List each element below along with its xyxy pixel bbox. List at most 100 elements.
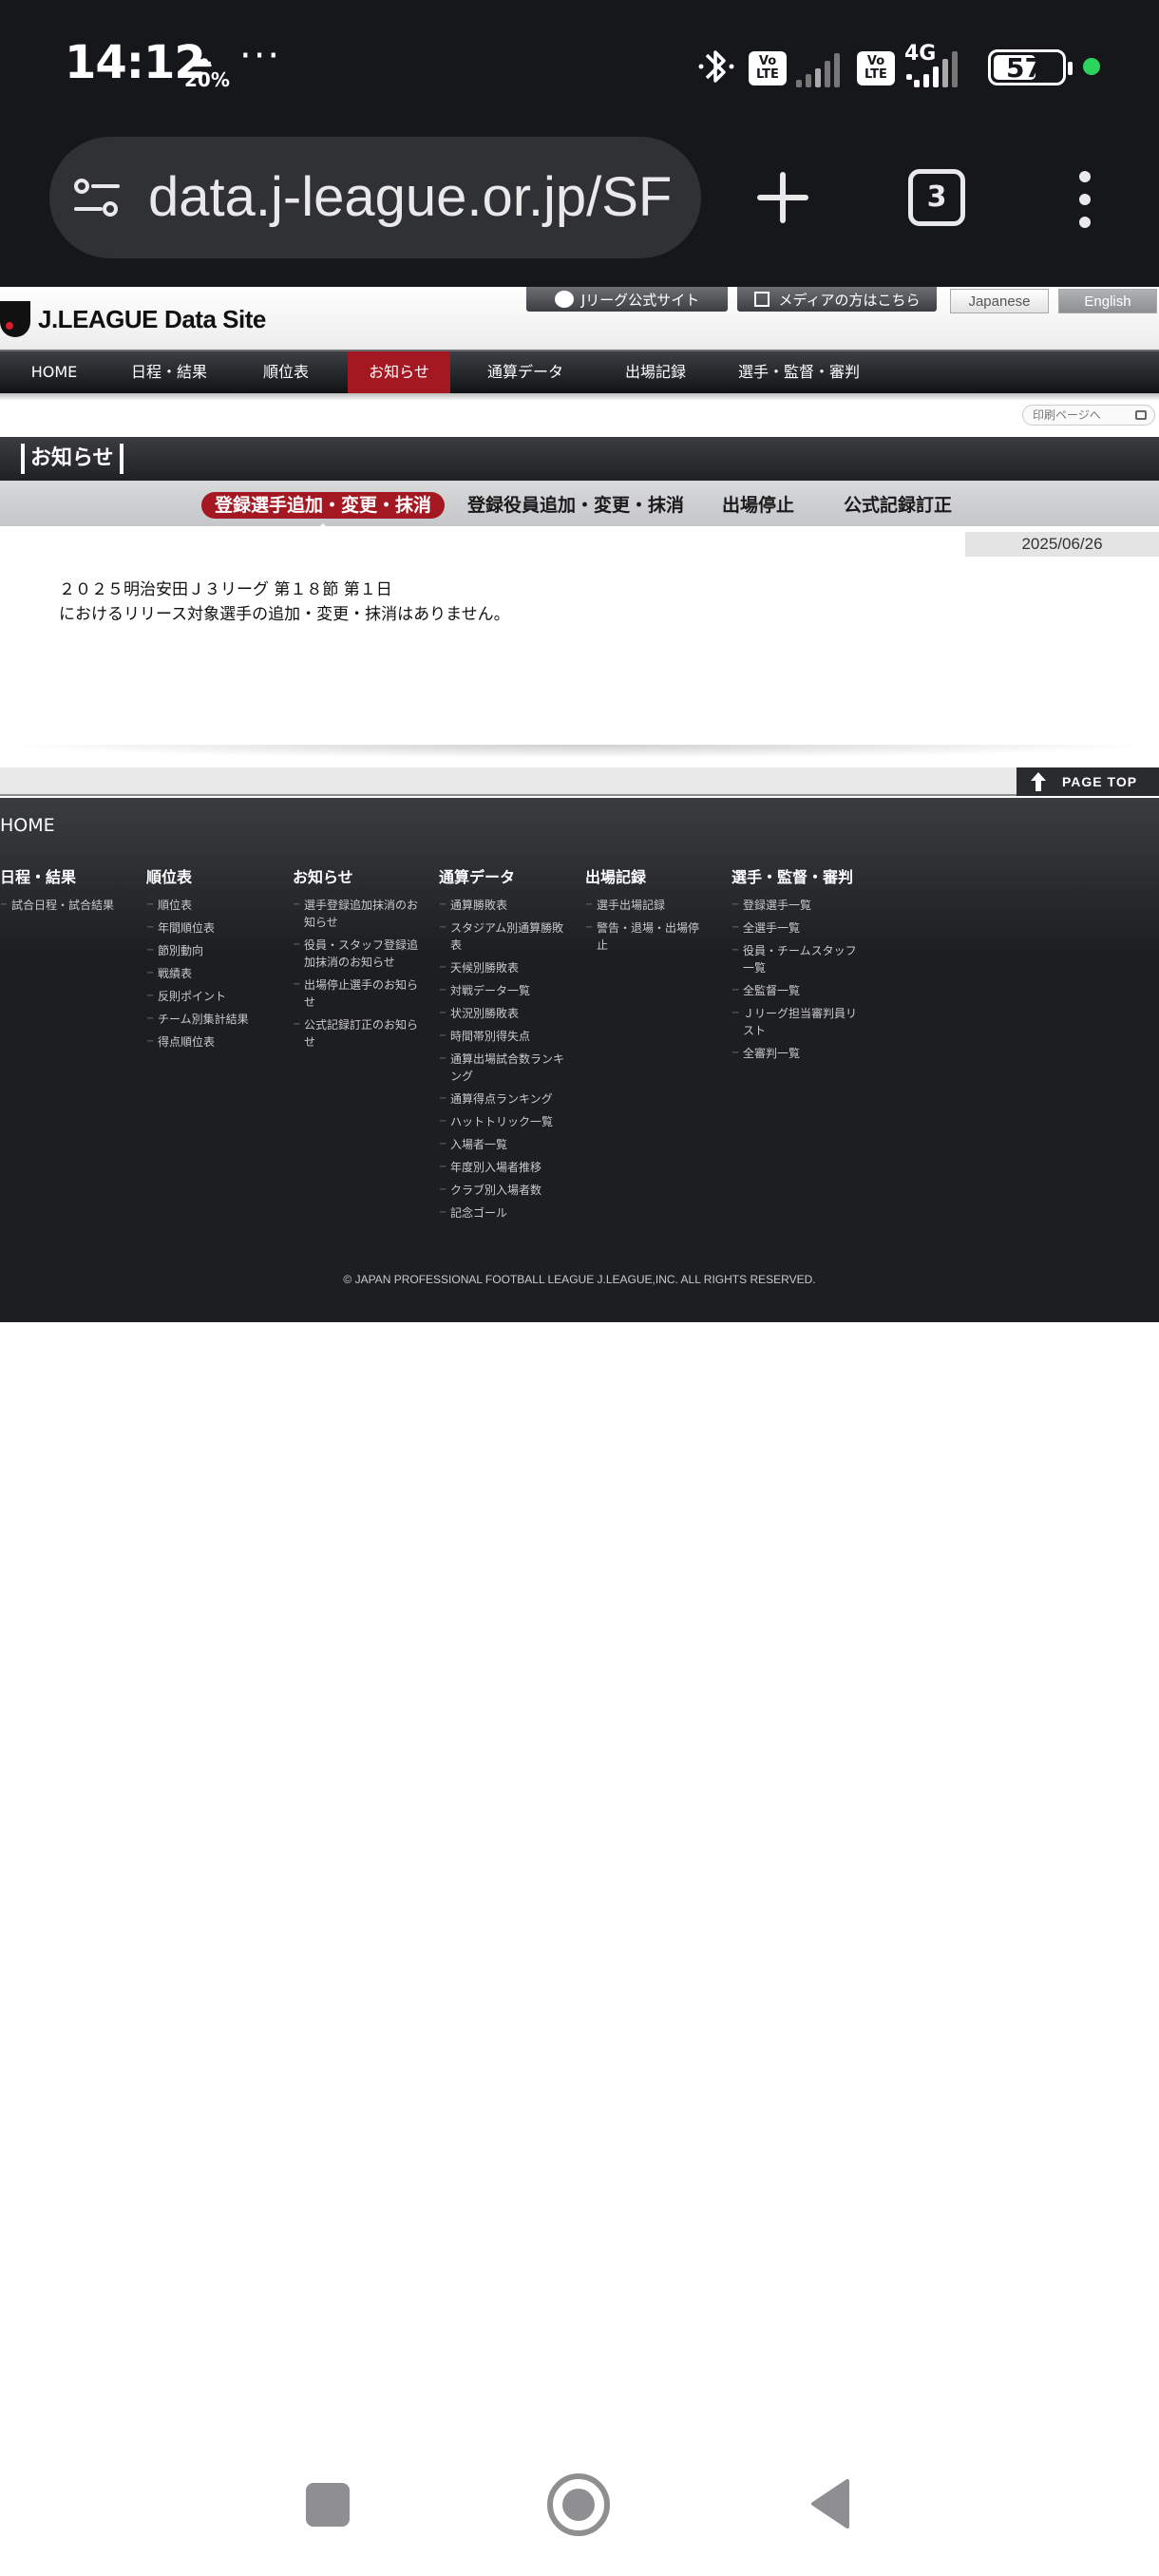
footer-link[interactable]: 試合日程・試合結果 xyxy=(0,897,129,914)
footer-col-players: 選手・監督・審判 登録選手一覧 全選手一覧 役員・チームスタッフ一覧 全監督一覧… xyxy=(732,864,859,1068)
footer-link[interactable]: 順位表 xyxy=(146,897,270,914)
footer-col-news: お知らせ 選手登録追加抹消のお知らせ 役員・スタッフ登録追加抹消のお知らせ 出場… xyxy=(293,864,420,1056)
footer-link[interactable]: 通算得点ランキング xyxy=(439,1090,566,1108)
footer-home-link[interactable]: HOME xyxy=(0,815,55,836)
footer-link[interactable]: 選手登録追加抹消のお知らせ xyxy=(293,897,420,931)
weather-indicator: ☁ 20% xyxy=(182,44,230,91)
footer-link[interactable]: 得点順位表 xyxy=(146,1033,270,1051)
footer-link[interactable]: 入場者一覧 xyxy=(439,1136,566,1153)
page-top-button[interactable]: PAGE TOP xyxy=(1016,767,1159,796)
notice-line-1: ２０２５明治安田Ｊ３リーグ 第１８節 第１日 xyxy=(59,580,392,599)
volte-icon: Vo LTE xyxy=(749,51,787,85)
nav-standings[interactable]: 順位表 xyxy=(245,351,327,393)
footer-link[interactable]: ハットトリック一覧 xyxy=(439,1113,566,1130)
more-notifications-icon: ··· xyxy=(239,34,282,78)
media-button[interactable]: メディアの方はこちら xyxy=(737,287,937,312)
language-english[interactable]: English xyxy=(1058,289,1157,313)
footer-link[interactable]: Ｊリーグ担当審判員リスト xyxy=(732,1005,859,1039)
login-icon xyxy=(753,292,770,307)
official-site-button[interactable]: Jリーグ公式サイト xyxy=(526,287,728,312)
footer-link[interactable]: 反則ポイント xyxy=(146,988,270,1005)
media-label: メディアの方はこちら xyxy=(778,291,921,309)
site-settings-icon[interactable] xyxy=(72,175,122,220)
arrow-up-icon xyxy=(1031,772,1046,791)
privacy-indicator-dot xyxy=(1083,58,1100,75)
footer-col-title[interactable]: 日程・結果 xyxy=(0,864,129,887)
logo-subtext: Data Site xyxy=(164,304,266,333)
site-footer: HOME 日程・結果 試合日程・試合結果 順位表 順位表 年間順位表 節別動向 … xyxy=(0,798,1159,1322)
footer-link[interactable]: 選手出場記録 xyxy=(585,897,709,914)
tab-switcher-button[interactable]: 3 xyxy=(908,169,965,226)
nav-news[interactable]: お知らせ xyxy=(348,351,450,393)
footer-link[interactable]: 記念ゴール xyxy=(439,1204,566,1222)
subtab-suspension[interactable]: 出場停止 xyxy=(722,492,794,519)
subtab-player-registration[interactable]: 登録選手追加・変更・抹消 xyxy=(201,492,446,530)
official-site-label: Jリーグ公式サイト xyxy=(580,291,700,309)
footer-link[interactable]: 戦績表 xyxy=(146,965,270,982)
nav-home[interactable]: HOME xyxy=(17,351,91,393)
site-header: J.LEAGUE Data Site Jリーグ公式サイト メディアの方はこちら … xyxy=(0,287,1159,350)
nav-schedule[interactable]: 日程・結果 xyxy=(120,351,218,393)
section-title: お知らせ xyxy=(21,444,124,474)
footer-link[interactable]: 状況別勝敗表 xyxy=(439,1005,566,1022)
footer-link[interactable]: 公式記録訂正のお知らせ xyxy=(293,1016,420,1051)
subtab-record-correction[interactable]: 公式記録訂正 xyxy=(844,492,952,519)
subtab-staff-registration[interactable]: 登録役員追加・変更・抹消 xyxy=(467,492,684,519)
battery-level: 57 xyxy=(1006,52,1043,84)
back-button[interactable] xyxy=(808,2477,851,2530)
address-bar[interactable]: data.j-league.or.jp/SF xyxy=(49,137,701,258)
section-title-bar: お知らせ xyxy=(0,437,1159,481)
copyright: © JAPAN PROFESSIONAL FOOTBALL LEAGUE J.L… xyxy=(343,1273,816,1286)
url-text[interactable]: data.j-league.or.jp/SF xyxy=(148,165,672,229)
footer-col-title[interactable]: 通算データ xyxy=(439,864,566,887)
notice-text: ２０２５明治安田Ｊ３リーグ 第１８節 第１日 におけるリリース対象選手の追加・変… xyxy=(59,578,510,627)
nav-total-data[interactable]: 通算データ xyxy=(475,351,576,393)
language-japanese[interactable]: Japanese xyxy=(950,289,1049,313)
footer-col-title[interactable]: 順位表 xyxy=(146,864,270,887)
footer-link[interactable]: 節別動向 xyxy=(146,942,270,959)
footer-col-standings: 順位表 順位表 年間順位表 節別動向 戦績表 反則ポイント チーム別集計結果 得… xyxy=(146,864,270,1056)
browser-menu-icon[interactable] xyxy=(1074,171,1096,228)
footer-link[interactable]: スタジアム別通算勝敗表 xyxy=(439,919,566,954)
footer-link[interactable]: 出場停止選手のお知らせ xyxy=(293,976,420,1011)
recent-apps-button[interactable] xyxy=(306,2483,350,2527)
printer-icon xyxy=(1135,410,1147,420)
volte-icon-2: Vo LTE xyxy=(857,51,895,85)
bluetooth-icon xyxy=(698,50,734,83)
battery-icon: 57 xyxy=(988,49,1073,85)
footer-link[interactable]: 時間帯別得失点 xyxy=(439,1028,566,1045)
footer-col-total-data: 通算データ 通算勝敗表 スタジアム別通算勝敗表 天候別勝敗表 対戦データ一覧 状… xyxy=(439,864,566,1227)
footer-link[interactable]: 通算出場試合数ランキング xyxy=(439,1051,566,1085)
footer-link[interactable]: 全審判一覧 xyxy=(732,1045,859,1062)
new-tab-icon[interactable] xyxy=(756,171,809,224)
footer-link[interactable]: 全選手一覧 xyxy=(732,919,859,937)
nav-players[interactable]: 選手・監督・審判 xyxy=(730,351,868,393)
footer-link[interactable]: チーム別集計結果 xyxy=(146,1011,270,1028)
signal-icon-2 xyxy=(904,49,958,87)
footer-col-title[interactable]: お知らせ xyxy=(293,864,420,887)
home-button[interactable] xyxy=(547,2473,610,2536)
cloud-icon: ☁ xyxy=(190,46,213,72)
footer-link[interactable]: 役員・チームスタッフ一覧 xyxy=(732,942,859,976)
status-bar: 14:12 ☁ 20% ··· Vo LTE Vo LTE 4G 57 xyxy=(0,0,1159,133)
footer-link[interactable]: 天候別勝敗表 xyxy=(439,959,566,976)
footer-link[interactable]: 役員・スタッフ登録追加抹消のお知らせ xyxy=(293,937,420,971)
footer-link[interactable]: 年間順位表 xyxy=(146,919,270,937)
footer-link[interactable]: 登録選手一覧 xyxy=(732,897,859,914)
sub-tabs: 登録選手追加・変更・抹消 登録役員追加・変更・抹消 出場停止 公式記録訂正 xyxy=(0,481,1159,530)
page-top-label: PAGE TOP xyxy=(1062,774,1138,789)
footer-col-title[interactable]: 出場記録 xyxy=(585,864,709,887)
nav-appearances[interactable]: 出場記録 xyxy=(612,351,699,393)
footer-link[interactable]: クラブ別入場者数 xyxy=(439,1182,566,1199)
footer-link[interactable]: 警告・退場・出場停止 xyxy=(585,919,709,954)
footer-col-title[interactable]: 選手・監督・審判 xyxy=(732,864,859,887)
footer-link[interactable]: 通算勝敗表 xyxy=(439,897,566,914)
footer-link[interactable]: 対戦データ一覧 xyxy=(439,982,566,999)
footer-link[interactable]: 年度別入場者推移 xyxy=(439,1159,566,1176)
global-nav: HOME 日程・結果 順位表 お知らせ 通算データ 出場記録 選手・監督・審判 xyxy=(0,350,1159,393)
site-logo[interactable]: J.LEAGUE Data Site xyxy=(0,298,266,340)
print-page-label: 印刷ページへ xyxy=(1033,408,1101,422)
footer-col-schedule: 日程・結果 試合日程・試合結果 xyxy=(0,864,129,919)
footer-link[interactable]: 全監督一覧 xyxy=(732,982,859,999)
print-page-link[interactable]: 印刷ページへ xyxy=(1022,405,1155,426)
